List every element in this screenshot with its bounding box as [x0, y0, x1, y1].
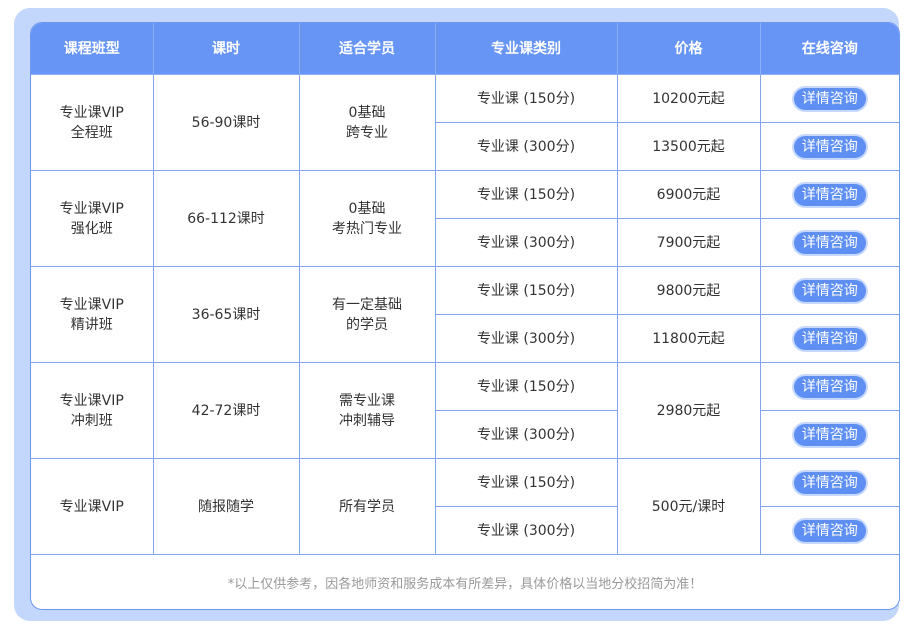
course-type-cell: 专业课VIP 冲刺班 — [31, 362, 154, 459]
consult-button[interactable]: 详情咨询 — [793, 423, 866, 446]
students-cell: 有一定基础 的学员 — [298, 266, 436, 363]
course-type-cell-line: 全程班 — [70, 124, 113, 141]
consult-button[interactable]: 详情咨询 — [793, 135, 866, 158]
consult-cell: 详情咨询 — [759, 74, 899, 123]
category-cell: 专业课 (150分) — [434, 266, 618, 315]
price-cell: 6900元起 — [616, 170, 761, 219]
category-cell: 专业课 (300分) — [435, 506, 618, 555]
hours-cell: 66-112课时 — [152, 170, 300, 267]
price-cell: 2980元起 — [616, 362, 761, 459]
header-consult: 在线咨询 — [759, 23, 899, 75]
students-cell: 需专业课 冲刺辅导 — [298, 362, 436, 459]
consult-button[interactable]: 详情咨询 — [793, 183, 866, 206]
consult-cell: 详情咨询 — [759, 170, 899, 219]
table-row: 专业课VIP 随报随学 所有学员 专业课 (150分) 500元/课时 详情咨询 — [31, 458, 899, 555]
category-cell: 专业课 (300分) — [435, 218, 618, 267]
course-type-cell: 专业课VIP — [31, 458, 154, 555]
students-cell-line: 考热门专业 — [332, 220, 402, 237]
hours-cell: 42-72课时 — [152, 362, 300, 459]
students-cell: 0基础考热门专业 — [298, 170, 436, 267]
price-cell: 10200元起 — [616, 74, 761, 123]
header-course-type: 课程班型 — [31, 23, 154, 75]
course-type-cell-line: 专业课VIP — [59, 392, 124, 409]
students-cell-line: 需专业课 — [339, 392, 395, 409]
students-cell: 所有学员 — [298, 458, 436, 555]
table-row: 专业课VIP 精讲班 36-65课时 有一定基础 的学员 专业课 (150分) 9800元起… — [31, 266, 899, 363]
consult-button[interactable]: 详情咨询 — [793, 279, 866, 302]
price-cell: 11800元起 — [616, 314, 761, 363]
consult-button[interactable]: 详情咨询 — [793, 375, 866, 398]
price-cell: 500元/课时 — [616, 458, 761, 555]
course-type-cell: 专业课VIP 全程班 — [31, 74, 154, 171]
course-type-cell: 专业课VIP 精讲班 — [31, 266, 154, 363]
course-type-cell-line: 强化班 — [70, 220, 113, 237]
course-type-cell-line: 精讲班 — [70, 316, 113, 333]
table-row: 专业课VIP 冲刺班 42-72课时 需专业课 冲刺辅导 专业课 (150分) 2980元起… — [31, 362, 899, 459]
course-type-cell-line: 专业课VIP — [59, 104, 124, 121]
category-cell: 专业课 (150分) — [434, 362, 618, 411]
consult-cell: 详情咨询 — [759, 122, 899, 171]
hours-cell: 36-65课时 — [152, 266, 300, 363]
students-cell-line: 所有学员 — [339, 498, 395, 515]
students-cell-line: 有一定基础 — [332, 296, 402, 313]
table-row: 专业课VIP 全程班 56-90课时 0基础 跨专业 专业课 (150分) 10200元起详… — [31, 74, 899, 171]
header-category: 专业课类别 — [434, 23, 618, 75]
course-type-cell-line: 冲刺班 — [70, 412, 113, 429]
students-cell-line: 的学员 — [346, 316, 388, 333]
consult-cell: 详情咨询 — [759, 314, 899, 363]
category-cell: 专业课 (300分) — [435, 410, 618, 459]
course-type-cell: 专业课VIP 强化班 — [31, 170, 154, 267]
consult-cell: 详情咨询 — [759, 458, 899, 507]
header-students: 适合学员 — [298, 23, 436, 75]
category-cell: 专业课 (150分) — [434, 170, 618, 219]
consult-cell: 详情咨询 — [759, 410, 899, 459]
consult-cell: 详情咨询 — [759, 506, 899, 555]
header-hours: 课时 — [152, 23, 300, 75]
header-price: 价格 — [616, 23, 761, 75]
category-cell: 专业课 (150分) — [434, 458, 618, 507]
table-row: 专业课VIP 强化班 66-112课时 0基础 考热门专业 专业课 (150分) 6900元… — [31, 170, 899, 267]
students-cell-line: 跨专业 — [346, 124, 388, 141]
consult-button[interactable]: 详情咨询 — [793, 231, 866, 254]
price-cell: 9800元起 — [616, 266, 761, 315]
consult-cell: 详情咨询 — [759, 266, 899, 315]
students-cell-line: 冲刺辅导 — [339, 412, 395, 429]
category-cell: 专业课 (300分) — [435, 314, 618, 363]
consult-button[interactable]: 详情咨询 — [793, 327, 866, 350]
consult-button[interactable]: 详情咨询 — [793, 87, 866, 110]
consult-button[interactable]: 详情咨询 — [793, 471, 866, 494]
course-type-cell-line: 专业课VIP — [59, 296, 124, 313]
price-cell: 13500元起 — [616, 122, 761, 171]
disclaimer-note: *以上仅供参考，因各地师资和服务成本有所差异，具体价格以当地分校招简为准！ — [227, 577, 703, 592]
course-type-cell-line: 专业课VIP — [59, 498, 124, 515]
consult-cell: 详情咨询 — [759, 362, 899, 411]
table-body: 专业课VIP 全程班 56-90课时 0基础 跨专业 专业课 (150分) 10200元起详… — [31, 74, 899, 555]
students-cell: 0基础跨专业 — [298, 74, 436, 171]
hours-cell: 随报随学 — [152, 458, 300, 555]
price-cell: 7900元起 — [616, 218, 761, 267]
consult-button[interactable]: 详情咨询 — [793, 519, 866, 542]
students-cell-line: 0基础 — [348, 104, 386, 121]
students-cell-line: 0基础 — [348, 200, 386, 217]
table-header-row: 课程班型 课时 适合学员 专业课类别 价格 在线咨询 — [31, 23, 899, 75]
price-table: 课程班型 课时 适合学员 专业课类别 价格 在线咨询 专业课VIP 全程班 56-90课时 0基… — [31, 23, 899, 555]
hours-cell: 56-90课时 — [152, 74, 300, 171]
consult-cell: 详情咨询 — [759, 218, 899, 267]
category-cell: 专业课 (150分) — [434, 74, 618, 123]
category-cell: 专业课 (300分) — [435, 122, 618, 171]
price-table-card: 课程班型 课时 适合学员 专业课类别 价格 在线咨询 专业课VIP 全程班 56-90课时 0基… — [30, 22, 900, 610]
course-type-cell-line: 专业课VIP — [59, 200, 124, 217]
